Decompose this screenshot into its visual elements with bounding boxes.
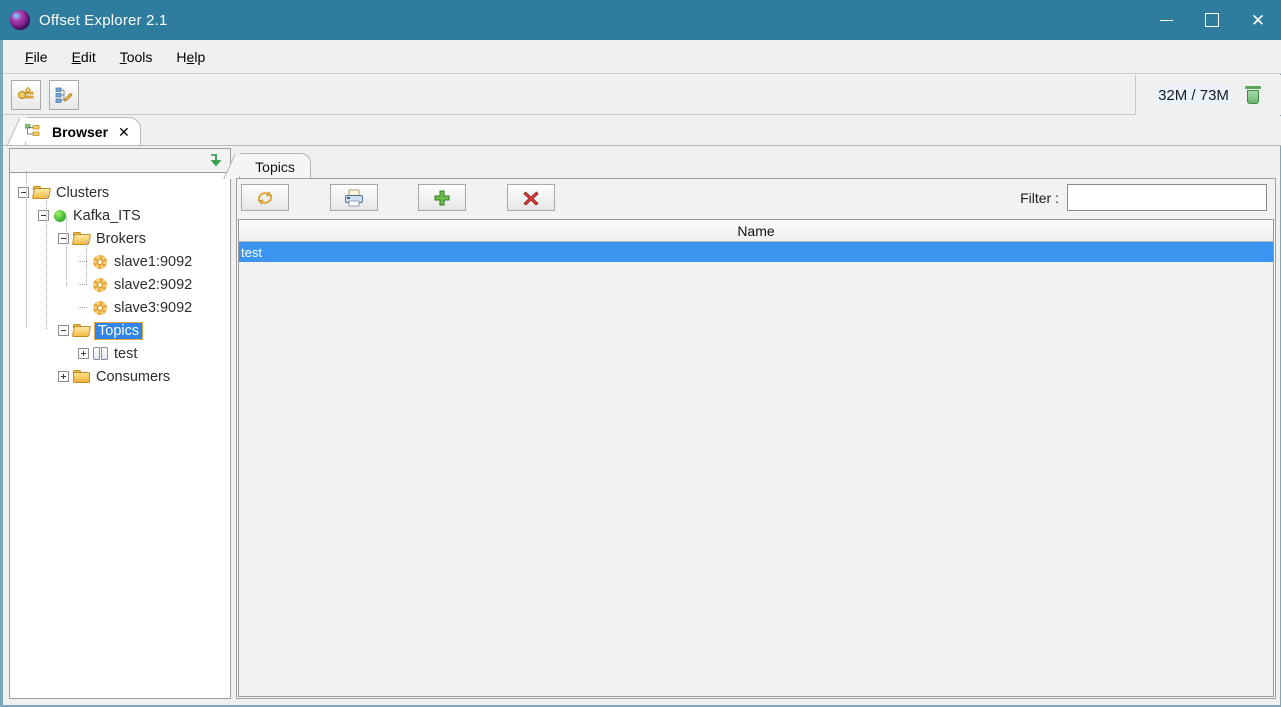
tree-node[interactable]: Consumers xyxy=(10,365,230,388)
memory-indicator: 32M / 73M xyxy=(1135,75,1281,115)
refresh-arrows-icon xyxy=(257,190,273,205)
tree-leaf-connector xyxy=(78,302,89,313)
topics-toolbar: Filter : xyxy=(237,179,1275,218)
tab-browser-label: Browser xyxy=(52,124,109,140)
maximize-button[interactable] xyxy=(1189,0,1235,40)
tree-leaf-connector xyxy=(78,279,89,290)
tree-guide-line xyxy=(66,217,67,286)
close-button[interactable]: ✕ xyxy=(1235,0,1281,40)
table-header-name[interactable]: Name xyxy=(239,220,1273,242)
folder-closed-icon xyxy=(73,370,90,383)
collapse-icon[interactable] xyxy=(18,187,29,198)
table-cell-name: test xyxy=(241,244,262,260)
tree-guide-line xyxy=(26,171,27,329)
add-cluster-button[interactable] xyxy=(11,79,41,110)
tree-panel-header xyxy=(9,148,231,173)
folder-open-icon xyxy=(71,232,92,245)
app-sphere-icon xyxy=(10,10,30,30)
menu-item-edit[interactable]: Edit xyxy=(60,45,108,69)
tree-node-label: Consumers xyxy=(96,368,171,385)
minimize-button[interactable] xyxy=(1143,0,1189,40)
connector-plug-icon xyxy=(18,86,34,99)
red-x-icon xyxy=(523,190,539,206)
tree-node[interactable]: test xyxy=(10,342,230,365)
tree-node[interactable]: slave1:9092 xyxy=(10,250,230,273)
close-icon: ✕ xyxy=(1250,10,1266,30)
folder-open-icon xyxy=(31,186,52,199)
window-title: Offset Explorer 2.1 xyxy=(39,11,168,29)
tree-node[interactable]: slave3:9092 xyxy=(10,296,230,319)
tab-browser-close-icon[interactable]: ✕ xyxy=(118,124,130,141)
printer-icon xyxy=(345,189,363,206)
tree-guide-line xyxy=(86,240,87,286)
topics-content-area: Topics Filter: Name test xyxy=(236,153,1276,699)
browser-tabstrip: Browser ✕ xyxy=(3,116,1281,146)
menu-help-rest: lp xyxy=(194,48,206,65)
expand-icon[interactable] xyxy=(58,371,69,382)
folder-open-icon xyxy=(71,324,92,337)
tab-topics-label: Topics xyxy=(255,158,295,175)
broker-gear-icon xyxy=(93,277,107,292)
tree-guide-line xyxy=(46,194,47,329)
tree-node-label: slave2:9092 xyxy=(114,276,193,293)
menu-tools-rest: ools xyxy=(126,48,153,65)
tree-node-label: Brokers xyxy=(96,230,146,247)
window-controls: ✕ xyxy=(1143,0,1281,40)
tree-node[interactable]: Topics xyxy=(10,319,230,342)
menu-help-h: H xyxy=(176,48,187,65)
collapse-icon[interactable] xyxy=(38,210,49,221)
add-topic-button[interactable] xyxy=(418,184,466,211)
delete-topic-button[interactable] xyxy=(507,184,555,211)
filter-group: Filter : xyxy=(1020,184,1267,211)
tree-node-label: slave1:9092 xyxy=(114,253,193,270)
print-button[interactable] xyxy=(330,184,378,211)
edit-cluster-button[interactable] xyxy=(49,79,79,110)
topics-table: Name test xyxy=(238,219,1274,697)
filter-input[interactable] xyxy=(1067,184,1267,211)
menu-bar: File Edit Tools Help xyxy=(3,40,1281,74)
collapse-icon[interactable] xyxy=(58,325,69,336)
topic-book-icon xyxy=(93,347,108,360)
refresh-button[interactable] xyxy=(241,184,289,211)
tree-node-label: Kafka_ITS xyxy=(73,207,141,224)
tree-node[interactable]: Kafka_ITS xyxy=(10,204,230,227)
menu-item-tools[interactable]: Tools xyxy=(108,45,165,69)
broker-gear-icon xyxy=(93,254,107,269)
tree-node[interactable]: slave2:9092 xyxy=(10,273,230,296)
filter-label: Filter : xyxy=(1020,189,1059,206)
tree-leaf-connector xyxy=(78,256,89,267)
tree-node-label: test xyxy=(114,345,138,362)
tree-node[interactable]: Brokers xyxy=(10,227,230,250)
menu-item-help[interactable]: Help xyxy=(164,45,217,69)
table-row[interactable]: test xyxy=(239,242,1273,262)
cluster-tree-panel: Clusters Kafka_ITS Brokers slave1:9092 slave… xyxy=(9,148,231,699)
green-status-dot-icon xyxy=(54,209,66,222)
menu-file-rest: ile xyxy=(33,48,48,65)
expand-icon[interactable] xyxy=(78,348,89,359)
collapse-icon[interactable] xyxy=(58,233,69,244)
main-toolbar: 32M / 73M xyxy=(3,75,1281,115)
tree-node-label: Clusters xyxy=(56,184,110,201)
tab-topics[interactable]: Topics xyxy=(239,153,311,179)
tree-hierarchy-icon xyxy=(25,124,40,136)
menu-edit-rest: dit xyxy=(80,48,96,65)
topics-panel: Filter : Name test xyxy=(236,178,1276,699)
title-bar: Offset Explorer 2.1 ✕ xyxy=(0,0,1281,40)
tabstrip-divider xyxy=(3,145,1281,146)
trash-can-icon[interactable] xyxy=(1244,86,1261,104)
tree-edit-pencil-icon xyxy=(55,87,73,103)
table-body: test xyxy=(239,242,1273,262)
tree-node[interactable]: Clusters xyxy=(10,181,230,204)
broker-gear-icon xyxy=(93,300,107,315)
tree-node-label: Topics xyxy=(93,321,144,340)
memory-usage-text: 32M / 73M xyxy=(1156,85,1231,105)
cluster-tree[interactable]: Clusters Kafka_ITS Brokers slave1:9092 slave… xyxy=(9,171,231,699)
green-plus-icon xyxy=(434,190,450,205)
tree-node-label: slave3:9092 xyxy=(114,299,193,316)
tab-browser[interactable]: Browser ✕ xyxy=(25,117,141,146)
collapse-all-green-arrow-icon[interactable] xyxy=(206,152,224,170)
application-window: Offset Explorer 2.1 ✕ File Edit Tools He… xyxy=(0,0,1281,707)
menu-item-file[interactable]: File xyxy=(13,45,60,69)
